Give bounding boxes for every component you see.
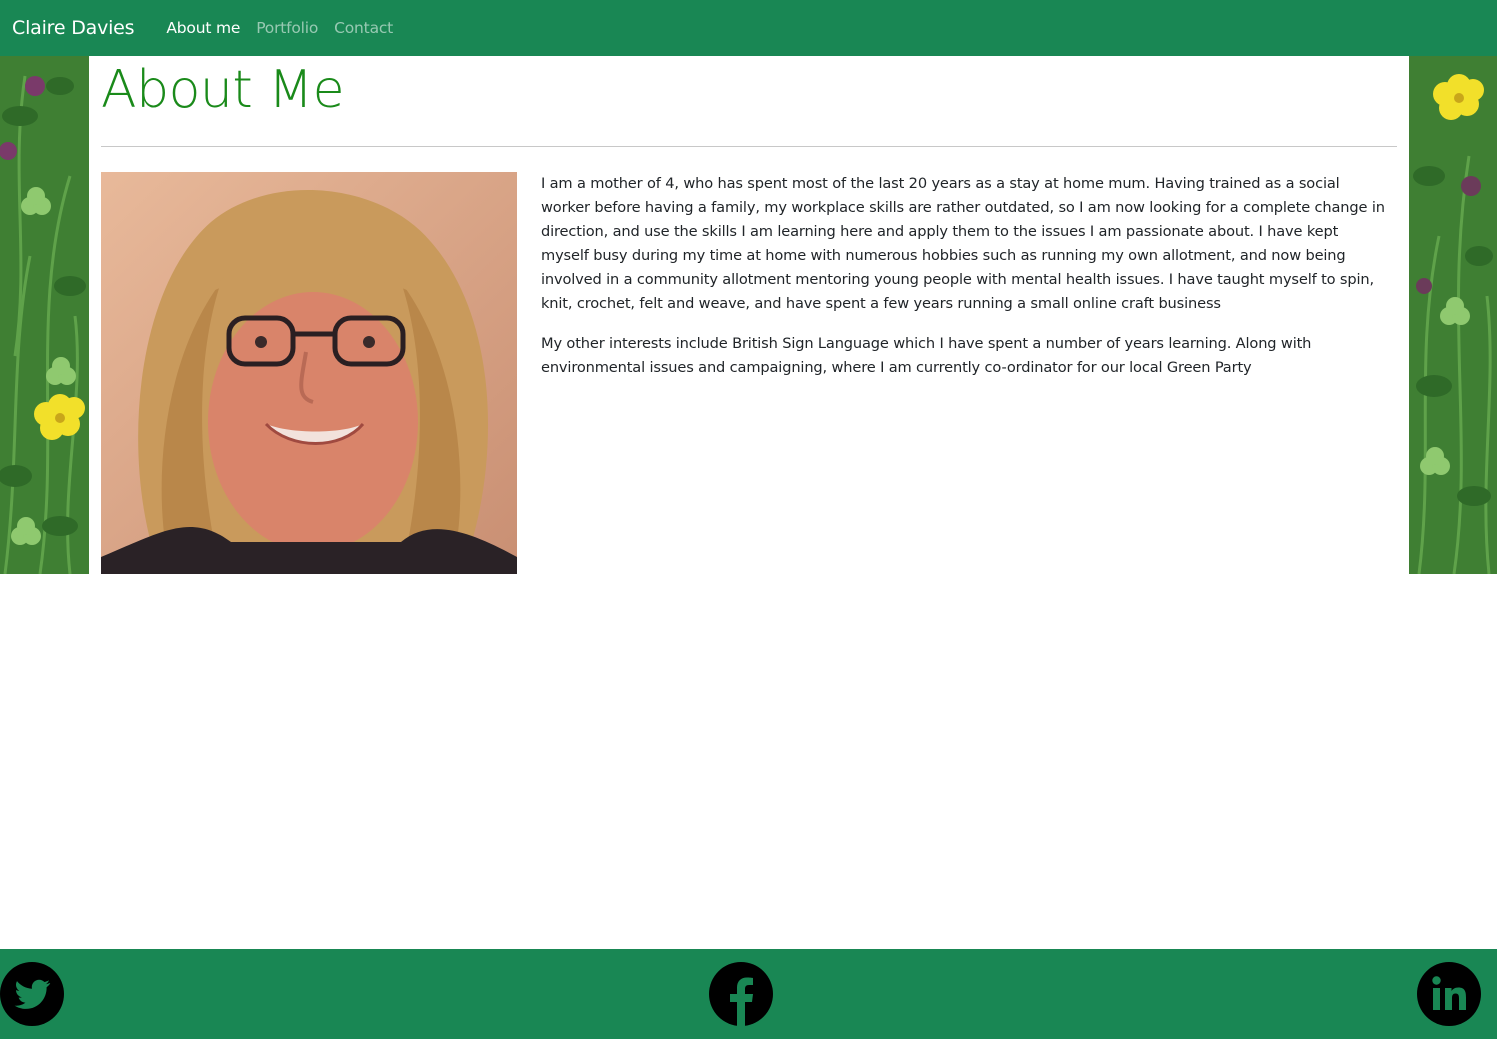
top-navbar: Claire Davies About me Portfolio Contact bbox=[0, 0, 1497, 56]
bio-paragraph: I am a mother of 4, who has spent most o… bbox=[541, 175, 1385, 312]
brand-link[interactable]: Claire Davies bbox=[12, 17, 135, 39]
bio-text: I am a mother of 4, who has spent most o… bbox=[541, 172, 1389, 396]
flower-background-right bbox=[1409, 56, 1497, 574]
title-divider bbox=[101, 146, 1397, 147]
page-title: About Me bbox=[101, 60, 345, 120]
facebook-icon[interactable] bbox=[709, 962, 773, 1026]
footer bbox=[0, 949, 1497, 1039]
nav-link-portfolio[interactable]: Portfolio bbox=[248, 19, 326, 37]
flower-background-left bbox=[0, 56, 89, 574]
linkedin-icon[interactable] bbox=[1417, 962, 1481, 1026]
twitter-icon[interactable] bbox=[0, 962, 64, 1026]
nav-link-contact[interactable]: Contact bbox=[326, 19, 401, 37]
profile-photo bbox=[101, 172, 517, 574]
main-content: About Me I am a mother of 4, who has spe… bbox=[89, 56, 1409, 574]
nav-link-about-me[interactable]: About me bbox=[158, 19, 248, 37]
nav-links: About me Portfolio Contact bbox=[158, 19, 401, 37]
bio-paragraph: My other interests include British Sign … bbox=[541, 335, 1312, 376]
